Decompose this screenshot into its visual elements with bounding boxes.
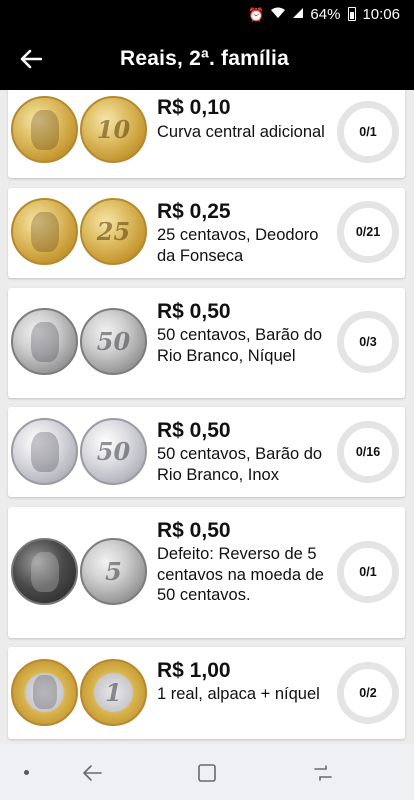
coin-obverse-image xyxy=(11,198,78,265)
coin-price: R$ 0,25 xyxy=(157,200,231,223)
app-bar: Reais, 2ª. família xyxy=(0,28,414,90)
coin-card[interactable]: 50 R$ 0,50 50 centavos, Barão do Rio Bra… xyxy=(8,288,405,398)
collection-progress[interactable]: 0/16 xyxy=(337,421,399,483)
coin-price: R$ 1,00 xyxy=(157,659,231,682)
home-square-icon xyxy=(198,764,216,782)
system-nav-bar xyxy=(0,744,414,800)
status-bar: ⏰ 64% 10:06 xyxy=(0,0,414,28)
coin-price: R$ 0,50 xyxy=(157,419,231,442)
progress-count: 0/16 xyxy=(355,445,381,459)
battery-icon xyxy=(348,7,357,21)
progress-count: 0/1 xyxy=(359,125,377,139)
coin-obverse-image xyxy=(11,418,78,485)
coin-obverse-image xyxy=(11,308,78,375)
nav-recents-button[interactable] xyxy=(310,760,336,786)
coin-card[interactable]: 25 R$ 0,25 25 centavos, Deodoro da Fonse… xyxy=(8,188,405,278)
coin-reverse-image: 1 xyxy=(80,659,147,726)
coin-description: 25 centavos, Deodoro da Fonseca xyxy=(157,226,319,265)
clock: 10:06 xyxy=(362,5,400,23)
coin-card[interactable]: 10 R$ 0,10 Curva central adicional 0/1 xyxy=(8,90,405,178)
back-arrow-icon xyxy=(83,765,102,781)
coin-description: 50 centavos, Barão do Rio Branco, Níquel xyxy=(157,326,323,365)
arrow-left-icon xyxy=(20,49,42,69)
coin-description: Defeito: Reverso de 5 centavos na moeda … xyxy=(157,545,324,604)
coin-card[interactable]: 50 R$ 0,50 50 centavos, Barão do Rio Bra… xyxy=(8,407,405,497)
collection-progress[interactable]: 0/1 xyxy=(337,541,399,603)
coin-description: 1 real, alpaca + níquel xyxy=(157,685,320,703)
coin-price: R$ 0,50 xyxy=(157,519,231,542)
coin-list[interactable]: 10 R$ 0,10 Curva central adicional 0/1 2… xyxy=(0,90,414,744)
coin-obverse-image xyxy=(11,659,78,726)
signal-icon xyxy=(292,7,304,21)
collection-progress[interactable]: 0/2 xyxy=(337,662,399,724)
coin-reverse-image: 5 xyxy=(80,538,147,605)
coin-description: Curva central adicional xyxy=(157,123,325,141)
coin-price: R$ 0,50 xyxy=(157,300,231,323)
coin-reverse-image: 25 xyxy=(80,198,147,265)
coin-price: R$ 0,10 xyxy=(157,96,231,119)
progress-count: 0/3 xyxy=(359,335,377,349)
coin-description: 50 centavos, Barão do Rio Branco, Inox xyxy=(157,445,323,484)
coin-card[interactable]: 5 R$ 0,50 Defeito: Reverso de 5 centavos… xyxy=(8,507,405,638)
nav-back-button[interactable] xyxy=(79,760,105,786)
progress-count: 0/1 xyxy=(359,565,377,579)
page-title: Reais, 2ª. família xyxy=(120,47,289,70)
coin-reverse-image: 50 xyxy=(80,308,147,375)
back-button[interactable] xyxy=(0,28,62,90)
alarm-icon: ⏰ xyxy=(248,6,265,22)
progress-count: 0/21 xyxy=(355,225,381,239)
battery-percent: 64% xyxy=(310,5,341,23)
progress-count: 0/2 xyxy=(359,686,377,700)
coin-obverse-image xyxy=(11,538,78,605)
coin-obverse-image xyxy=(11,96,78,163)
coin-card[interactable]: 1 R$ 1,00 1 real, alpaca + níquel 0/2 xyxy=(8,647,405,739)
recents-icon xyxy=(314,765,332,781)
coin-reverse-image: 50 xyxy=(80,418,147,485)
collection-progress[interactable]: 0/3 xyxy=(337,311,399,373)
coin-reverse-image: 10 xyxy=(80,96,147,163)
collection-progress[interactable]: 0/21 xyxy=(337,201,399,263)
nav-home-button[interactable] xyxy=(194,760,220,786)
collection-progress[interactable]: 0/1 xyxy=(337,101,399,163)
wifi-icon xyxy=(270,7,286,21)
nav-dot-indicator xyxy=(24,770,29,775)
